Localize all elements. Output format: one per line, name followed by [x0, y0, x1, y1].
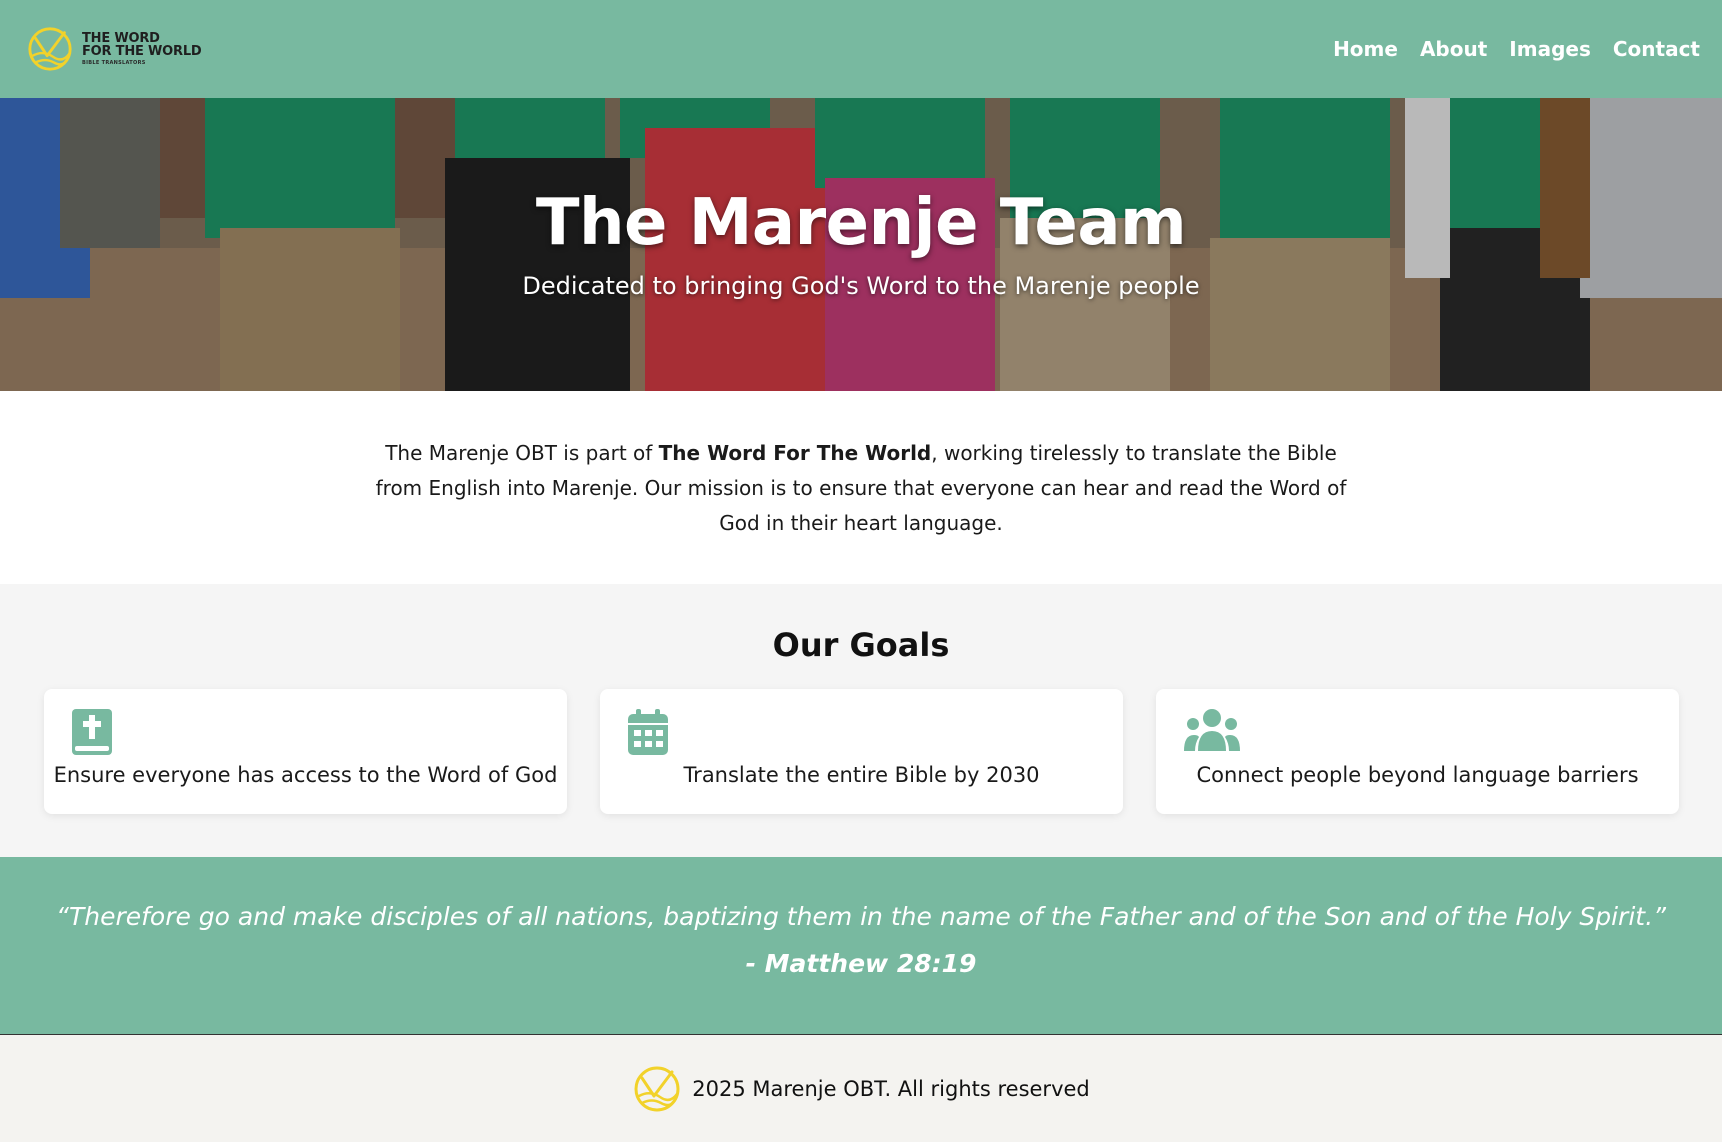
scripture-quote-section: “Therefore go and make disciples of all …	[0, 857, 1722, 1034]
nav-about[interactable]: About	[1420, 37, 1487, 61]
quote-text: “Therefore go and make disciples of all …	[56, 902, 1666, 931]
intro-section: The Marenje OBT is part of The Word For …	[0, 391, 1722, 584]
brand-wordmark: THE WORD FOR THE WORLD BIBLE TRANSLATORS	[82, 32, 202, 66]
goals-title: Our Goals	[772, 626, 950, 664]
goal-card: Ensure everyone has access to the Word o…	[44, 689, 567, 814]
quote-reference: - Matthew 28:19	[745, 949, 977, 978]
site-header: THE WORD FOR THE WORLD BIBLE TRANSLATORS…	[0, 0, 1722, 98]
bible-icon	[72, 709, 112, 755]
nav-contact[interactable]: Contact	[1613, 37, 1700, 61]
main-nav: Home About Images Contact	[1333, 37, 1700, 61]
brand-line-2: FOR THE WORLD	[82, 44, 202, 59]
intro-org-name: The Word For The World	[658, 441, 932, 465]
goal-text: Connect people beyond language barriers	[1196, 763, 1639, 787]
hero-subtitle: Dedicated to bringing God's Word to the …	[522, 272, 1200, 300]
hero-title: The Marenje Team	[535, 186, 1187, 260]
goal-text: Ensure everyone has access to the Word o…	[53, 763, 558, 787]
hero-content: The Marenje Team Dedicated to bringing G…	[0, 98, 1722, 391]
nav-images[interactable]: Images	[1509, 37, 1591, 61]
brand-logo-link[interactable]: THE WORD FOR THE WORLD BIBLE TRANSLATORS	[26, 25, 202, 73]
goal-card: Translate the entire Bible by 2030	[600, 689, 1123, 814]
twftw-logo-icon	[28, 27, 72, 71]
twftw-logo-icon	[634, 1066, 680, 1111]
footer-copyright: 2025 Marenje OBT. All rights reserved	[692, 1076, 1090, 1101]
intro-text-lead: The Marenje OBT is part of	[385, 441, 659, 465]
goals-section: Our Goals Ensure everyone has access to …	[0, 584, 1722, 857]
calendar-icon	[628, 709, 668, 755]
goal-card: Connect people beyond language barriers	[1156, 689, 1679, 814]
hero-banner: The Marenje Team Dedicated to bringing G…	[0, 98, 1722, 391]
goal-text: Translate the entire Bible by 2030	[683, 763, 1040, 787]
people-group-icon	[1184, 709, 1240, 751]
nav-home[interactable]: Home	[1333, 37, 1398, 61]
intro-paragraph: The Marenje OBT is part of The Word For …	[361, 436, 1361, 584]
site-footer: 2025 Marenje OBT. All rights reserved	[0, 1034, 1722, 1142]
brand-line-3: BIBLE TRANSLATORS	[82, 60, 146, 66]
